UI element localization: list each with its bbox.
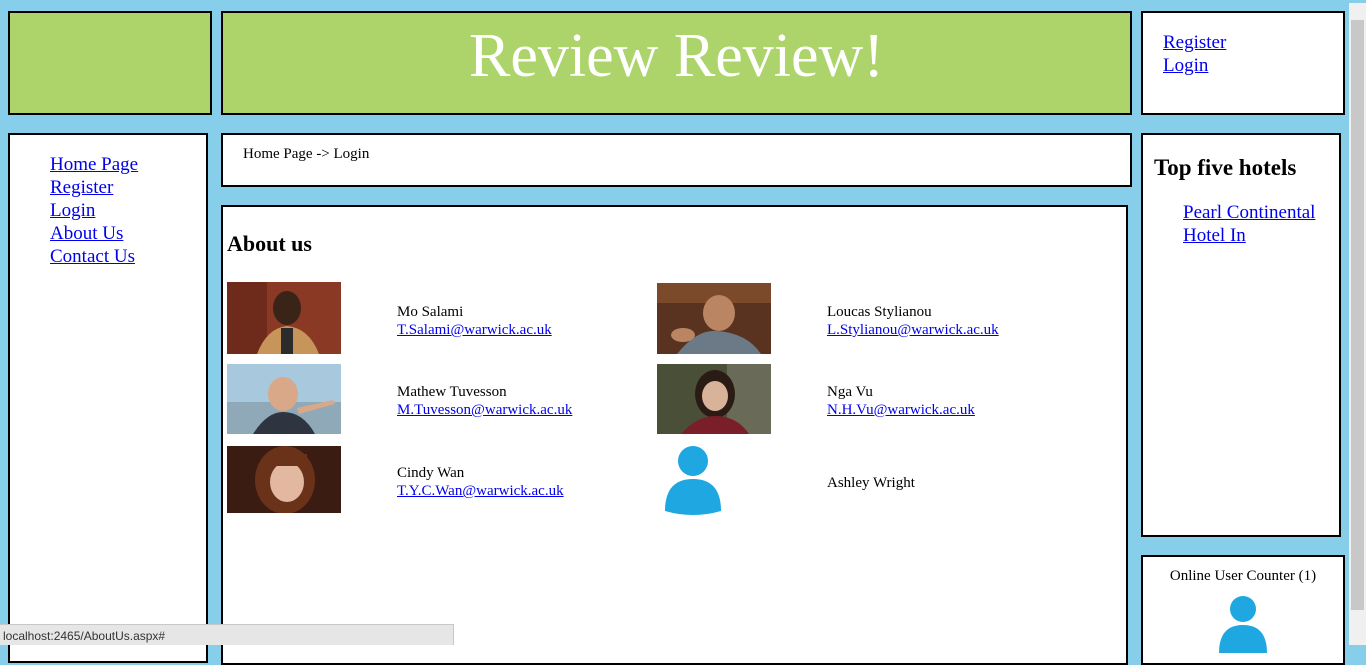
header-left-panel [8, 11, 212, 115]
member-name: Cindy Wan [397, 465, 465, 481]
about-content: About us Mo Salami T.Salami@warwick.ac.u… [221, 205, 1128, 665]
hotel-link[interactable]: Pearl Continental Hotel In [1183, 201, 1339, 247]
person-photo [657, 283, 771, 354]
member-info: Mathew Tuvesson M.Tuvesson@warwick.ac.uk [397, 383, 572, 419]
person-photo [227, 364, 341, 434]
person-photo [657, 364, 771, 434]
user-icon [1143, 595, 1343, 660]
top-hotels-panel: Top five hotels Pearl Continental Hotel … [1141, 133, 1341, 537]
hotels-list: Pearl Continental Hotel In [1183, 201, 1339, 247]
page-title: About us [227, 231, 312, 256]
breadcrumb-text: Home Page -> Login [243, 146, 370, 162]
member-info: Nga Vu N.H.Vu@warwick.ac.uk [827, 383, 975, 419]
member-name: Ashley Wright [827, 475, 915, 491]
breadcrumb: Home Page -> Login [221, 133, 1132, 187]
member-email-link[interactable]: M.Tuvesson@warwick.ac.uk [397, 401, 572, 419]
scrollbar-thumb[interactable] [1351, 20, 1364, 610]
online-user-counter: Online User Counter (1) [1141, 555, 1345, 665]
member-email-link[interactable]: L.Stylianou@warwick.ac.uk [827, 321, 999, 339]
site-title: Review Review! [469, 22, 884, 90]
nav-about-us[interactable]: About Us [50, 222, 206, 245]
member-info: Cindy Wan T.Y.C.Wan@warwick.ac.uk [397, 464, 564, 500]
user-icon [663, 445, 723, 515]
member-name: Mo Salami [397, 304, 464, 320]
nav-contact-us[interactable]: Contact Us [50, 245, 206, 268]
person-photo [227, 282, 341, 354]
hotels-title: Top five hotels [1154, 155, 1297, 180]
person-photo [227, 446, 341, 513]
nav-register[interactable]: Register [50, 176, 206, 199]
member-info: Loucas Stylianou L.Stylianou@warwick.ac.… [827, 303, 999, 339]
member-email-link[interactable]: N.H.Vu@warwick.ac.uk [827, 401, 975, 419]
member-email-link[interactable]: T.Y.C.Wan@warwick.ac.uk [397, 482, 564, 500]
member-info: Mo Salami T.Salami@warwick.ac.uk [397, 303, 552, 339]
site-banner: Review Review! [221, 11, 1132, 115]
counter-text: Online User Counter (1) [1143, 568, 1343, 585]
register-link[interactable]: Register [1163, 31, 1343, 54]
auth-panel: Register Login [1141, 11, 1345, 115]
member-name: Nga Vu [827, 384, 873, 400]
member-email-link[interactable]: T.Salami@warwick.ac.uk [397, 321, 552, 339]
status-url: localhost:2465/AboutUs.aspx# [3, 629, 166, 643]
member-name: Mathew Tuvesson [397, 384, 507, 400]
counter-count: (1) [1298, 568, 1317, 584]
browser-status-bar: localhost:2465/AboutUs.aspx# [0, 624, 454, 645]
login-link[interactable]: Login [1163, 54, 1343, 77]
left-navigation: Home Page Register Login About Us Contac… [8, 133, 208, 663]
nav-home-page[interactable]: Home Page [50, 153, 206, 176]
member-name: Loucas Stylianou [827, 304, 932, 320]
nav-login[interactable]: Login [50, 199, 206, 222]
counter-label: Online User Counter [1169, 568, 1295, 584]
member-info: Ashley Wright [827, 474, 915, 492]
